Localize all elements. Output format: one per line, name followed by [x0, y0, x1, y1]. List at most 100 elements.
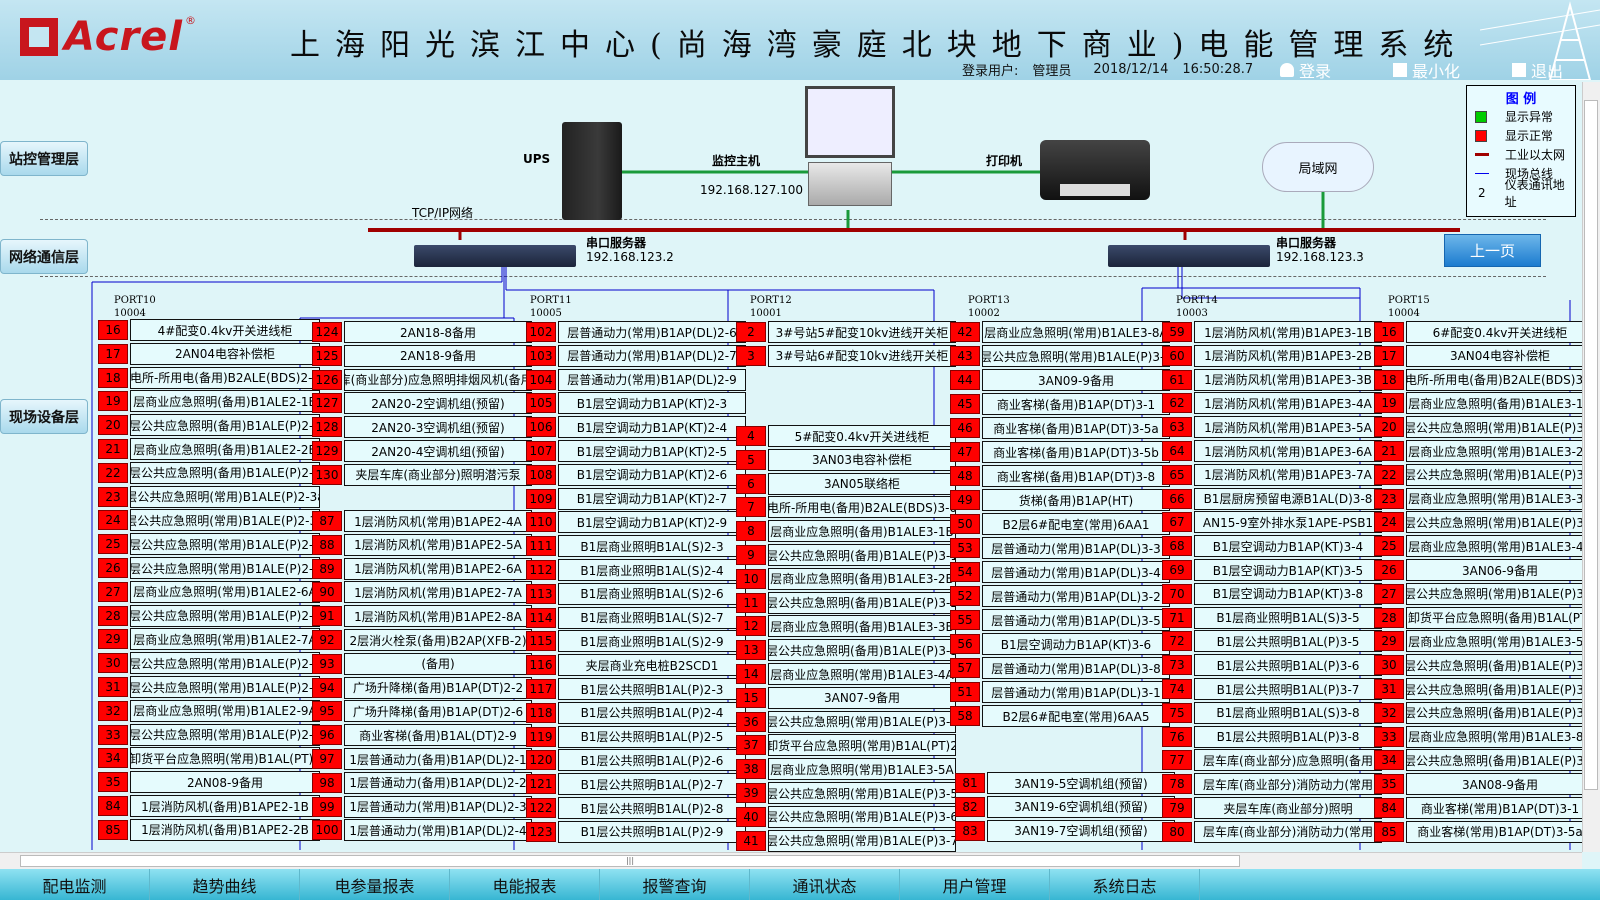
device-row[interactable]: 95 广场升降梯(备用)B1AP(DT)2-6: [312, 700, 532, 723]
device-address-indicator[interactable]: 17: [1374, 345, 1404, 366]
device-address-indicator[interactable]: 107: [526, 441, 556, 461]
device-name[interactable]: 1层消防风机(常用)B1APE3-1B: [1194, 321, 1382, 343]
device-name[interactable]: 层商业应急照明(备用)B1ALE3-1A: [1406, 392, 1594, 415]
device-address-indicator[interactable]: 92: [312, 630, 342, 650]
device-name[interactable]: B1层商业照明B1AL(S)3-5: [1194, 606, 1382, 629]
device-address-indicator[interactable]: 108: [526, 464, 556, 485]
device-address-indicator[interactable]: 42: [950, 322, 980, 342]
nav-alarm-query[interactable]: 报警查询: [600, 869, 750, 900]
device-row[interactable]: 28 层公共应急照明(常用)B1ALE(P)2-6: [98, 604, 320, 627]
device-address-indicator[interactable]: 126: [312, 369, 342, 390]
device-row[interactable]: 22 层公共应急照明(常用)B1ALE(P)3-2: [1374, 463, 1594, 486]
device-name[interactable]: B1层公共照明B1AL(P)2-4: [558, 701, 746, 724]
device-name[interactable]: 1层消防风机(常用)B1APE2-5A: [344, 533, 532, 556]
device-name[interactable]: B1层公共照明B1AL(P)3-5: [1194, 630, 1382, 653]
device-row[interactable]: 20 层公共应急照明(常用)B1ALE(P)3-1: [1374, 416, 1594, 439]
device-name[interactable]: 层公共应急照明(常用)B1ALE(P)3-1: [1406, 416, 1594, 439]
device-row[interactable]: 65 1层消防风机(常用)B1APE3-7A: [1162, 463, 1382, 486]
device-row[interactable]: 33 层商业应急照明(常用)B1ALE3-8B: [1374, 725, 1594, 748]
device-row[interactable]: 39 层公共应急照明(常用)B1ALE(P)3-5: [736, 782, 956, 804]
device-address-indicator[interactable]: 102: [526, 322, 556, 342]
device-row[interactable]: 24 层公共应急照明(常用)B1ALE(P)3-3: [1374, 511, 1594, 534]
device-name[interactable]: 1层普通动力(备用)B1AP(DL)2-1: [344, 748, 532, 770]
device-address-indicator[interactable]: 65: [1162, 464, 1192, 485]
device-name[interactable]: 层公共应急照明(备用)B1ALE(P)3-8: [1406, 749, 1594, 772]
device-name[interactable]: 1层消防风机(常用)B1APE2-6A: [344, 557, 532, 580]
device-row[interactable]: 85 1层消防风机(备用)B1APE2-2B: [98, 818, 320, 841]
device-row[interactable]: 32 层商业应急照明(常用)B1ALE2-9A: [98, 699, 320, 722]
device-name[interactable]: 层公共应急照明(备用)B1ALE(P)3-6: [1406, 678, 1594, 700]
device-row[interactable]: 126 库(商业部分)应急照明排烟风机(备用): [312, 368, 532, 391]
device-name[interactable]: 夹层商业充电桩B2SCD1: [558, 654, 746, 677]
device-row[interactable]: 35 3AN08-9备用: [1374, 773, 1594, 796]
device-row[interactable]: 111 B1层商业照明B1AL(S)2-3: [526, 535, 746, 558]
device-row[interactable]: 26 3AN06-9备用: [1374, 559, 1594, 581]
device-row[interactable]: 22 层公共应急照明(备用)B1ALE(P)2-2: [98, 461, 320, 484]
device-name[interactable]: 层商业应急照明(常用)B1ALE3-4B: [1406, 535, 1594, 558]
device-row[interactable]: 23 层公共应急照明(常用)B1ALE(P)2-3a: [98, 485, 320, 508]
device-address-indicator[interactable]: 96: [312, 725, 342, 746]
device-address-indicator[interactable]: 35: [1374, 774, 1404, 795]
device-address-indicator[interactable]: 93: [312, 653, 342, 674]
device-name[interactable]: 层商业应急照明(常用)B1ALE3-5B: [1406, 630, 1594, 653]
device-name[interactable]: 层普通动力(常用)B1AP(DL)3-4: [982, 561, 1170, 583]
device-row[interactable]: 125 2AN18-9备用: [312, 344, 532, 367]
device-address-indicator[interactable]: 14: [736, 664, 766, 684]
device-address-indicator[interactable]: 35: [98, 772, 128, 793]
device-address-indicator[interactable]: 75: [1162, 702, 1192, 723]
device-row[interactable]: 99 1层普通动力(常用)B1AP(DL)2-3: [312, 795, 532, 818]
device-name[interactable]: 广场升降梯(备用)B1AP(DT)2-6: [344, 700, 532, 723]
device-row[interactable]: 81 3AN19-5空调机组(预留): [955, 772, 1175, 794]
device-name[interactable]: B1层空调动力B1AP(KT)2-4: [558, 416, 746, 439]
device-address-indicator[interactable]: 5: [736, 449, 766, 470]
device-name[interactable]: 层普通动力(常用)B1AP(DL)3-2: [982, 585, 1170, 607]
device-row[interactable]: 47 商业客梯(备用)B1AP(DT)3-5b: [950, 441, 1170, 463]
device-address-indicator[interactable]: 73: [1162, 655, 1192, 676]
device-name[interactable]: 1层普通动力(常用)B1AP(DL)2-4: [344, 819, 532, 842]
device-name[interactable]: AN15-9室外排水泵1APE-PSB1: [1194, 511, 1382, 534]
device-address-indicator[interactable]: 39: [736, 783, 766, 803]
device-address-indicator[interactable]: 78: [1162, 774, 1192, 795]
device-row[interactable]: 55 层普通动力(常用)B1AP(DL)3-5: [950, 609, 1170, 631]
device-row[interactable]: 19 层商业应急照明(备用)B1ALE2-1B: [98, 390, 320, 413]
device-address-indicator[interactable]: 2: [736, 322, 766, 342]
device-address-indicator[interactable]: 47: [950, 442, 980, 462]
device-row[interactable]: 66 B1层厨房预留电源B1AL(D)3-8: [1162, 487, 1382, 510]
device-address-indicator[interactable]: 112: [526, 560, 556, 580]
device-address-indicator[interactable]: 111: [526, 536, 556, 557]
device-address-indicator[interactable]: 22: [1374, 464, 1404, 485]
device-row[interactable]: 8 层商业应急照明(备用)B1ALE3-1B: [736, 520, 956, 543]
device-address-indicator[interactable]: 34: [1374, 750, 1404, 771]
device-name[interactable]: 卸货平台应急照明(常用)B1AL(PT)2: [768, 734, 956, 757]
device-address-indicator[interactable]: 9: [736, 545, 766, 565]
device-name[interactable]: 层商业应急照明(备用)B1ALE3-1B: [768, 520, 956, 543]
device-row[interactable]: 74 B1层公共照明B1AL(P)3-7: [1162, 678, 1382, 700]
device-row[interactable]: 12 层商业应急照明(备用)B1ALE3-3B: [736, 615, 956, 638]
device-row[interactable]: 68 B1层空调动力B1AP(KT)3-4: [1162, 535, 1382, 558]
device-address-indicator[interactable]: 24: [1374, 512, 1404, 533]
device-row[interactable]: 84 1层消防风机(备用)B1APE2-1B: [98, 795, 320, 817]
device-row[interactable]: 27 层商业应急照明(常用)B1ALE2-6A: [98, 580, 320, 603]
device-name[interactable]: 层普通动力(常用)B1AP(DL)3-8: [982, 657, 1170, 679]
device-name[interactable]: 层商业应急照明(常用)B1ALE3-3A: [1406, 487, 1594, 510]
device-address-indicator[interactable]: 31: [98, 677, 128, 697]
device-name[interactable]: 2AN20-2空调机组(预留): [344, 392, 532, 415]
device-address-indicator[interactable]: 48: [950, 466, 980, 486]
device-name[interactable]: B1层空调动力B1AP(KT)3-6: [982, 633, 1170, 655]
device-name[interactable]: 1层消防风机(常用)B1APE3-5A: [1194, 416, 1382, 439]
device-address-indicator[interactable]: 103: [526, 345, 556, 366]
device-address-indicator[interactable]: 94: [312, 677, 342, 698]
device-address-indicator[interactable]: 24: [98, 510, 128, 531]
device-address-indicator[interactable]: 70: [1162, 583, 1192, 604]
device-address-indicator[interactable]: 31: [1374, 679, 1404, 699]
device-address-indicator[interactable]: 68: [1162, 536, 1192, 557]
device-address-indicator[interactable]: 29: [98, 629, 128, 650]
device-row[interactable]: 73 B1层公共照明B1AL(P)3-6: [1162, 654, 1382, 677]
device-name[interactable]: 6#配变0.4kv开关进线柜: [1406, 321, 1594, 343]
device-row[interactable]: 38 层商业应急照明(常用)B1ALE3-5A: [736, 758, 956, 781]
device-row[interactable]: 69 B1层空调动力B1AP(KT)3-5: [1162, 559, 1382, 581]
device-address-indicator[interactable]: 37: [736, 735, 766, 756]
device-name[interactable]: 层公共应急照明(常用)B1ALE(P)3-7: [768, 829, 956, 852]
device-row[interactable]: 31 层公共应急照明(常用)B1ALE(P)2-8: [98, 676, 320, 698]
device-name[interactable]: 层公共应急照明(备用)B1ALE(P)3-5: [1406, 654, 1594, 677]
